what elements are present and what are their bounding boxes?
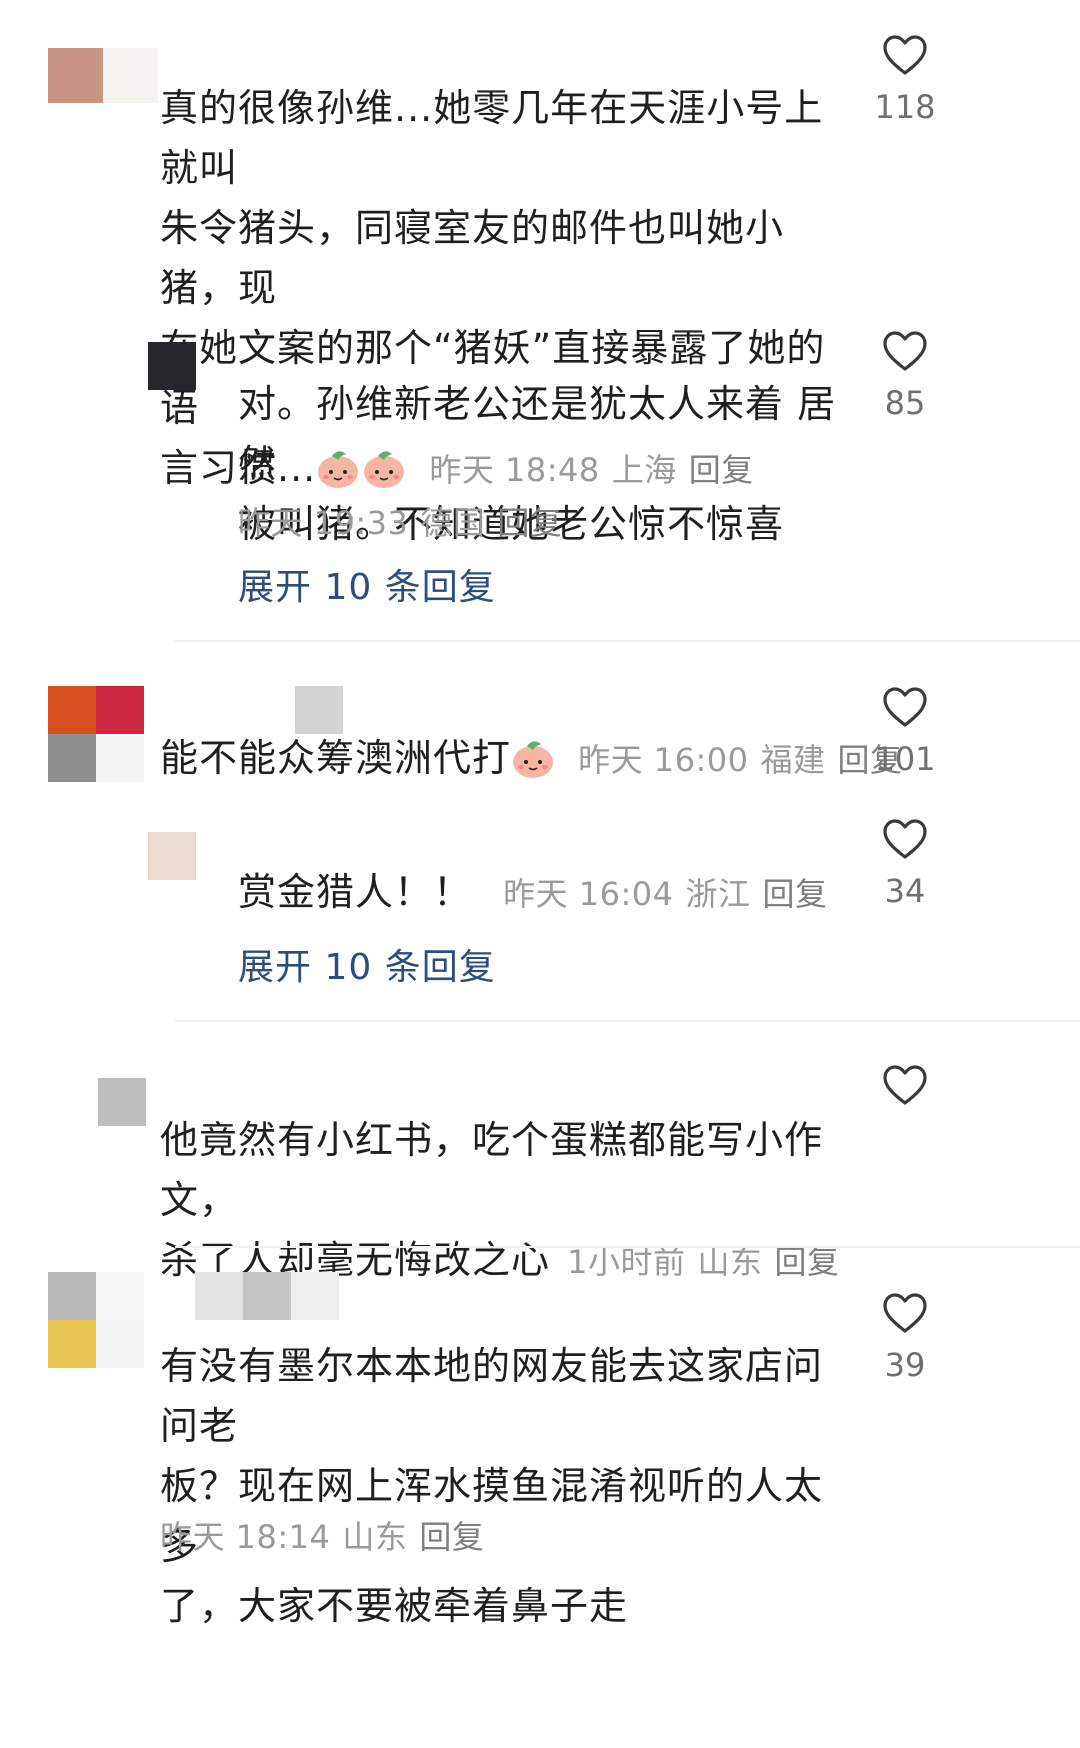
nickname[interactable] bbox=[195, 1272, 339, 1320]
like-button[interactable]: 34 bbox=[860, 818, 950, 910]
heart-outline-icon bbox=[883, 331, 927, 371]
comment-location: 福建 bbox=[760, 741, 826, 779]
comment-meta: 昨天 16:00 福建 回复 bbox=[578, 741, 902, 779]
like-button[interactable]: 85 bbox=[860, 330, 950, 422]
comment-location: 德国 bbox=[420, 504, 486, 542]
avatar[interactable] bbox=[48, 1272, 144, 1368]
comment-text: 他竟然有小红书，吃个蛋糕都能写小作文， 杀了人却毫无悔改之心 1小时前 山东 回复 bbox=[160, 1110, 860, 1292]
comment-line: 他竟然有小红书，吃个蛋糕都能写小作文， bbox=[160, 1118, 824, 1222]
comment-time: 昨天 16:00 bbox=[578, 741, 749, 779]
like-count: 85 bbox=[884, 384, 926, 422]
heart-outline-icon bbox=[883, 1293, 927, 1333]
divider bbox=[175, 1020, 1080, 1022]
like-button[interactable]: 118 bbox=[860, 34, 950, 126]
comment-line: 朱令猪头，同寝室友的邮件也叫她小猪，现 bbox=[160, 206, 785, 310]
comment-text: 能不能众筹澳洲代打 昨天 16:00 福建 回复 bbox=[160, 728, 903, 790]
heart-outline-icon bbox=[883, 35, 927, 75]
avatar[interactable] bbox=[48, 686, 144, 782]
comment-location: 浙江 bbox=[685, 875, 751, 913]
comment-meta: 昨天 19:33 德国 回复 bbox=[238, 498, 562, 544]
like-button[interactable]: 39 bbox=[860, 1292, 950, 1384]
comment-time: 1小时前 bbox=[567, 1243, 686, 1281]
comment-list: 真的很像孙维...她零几年在天涯小号上就叫 朱令猪头，同寝室友的邮件也叫她小猪，… bbox=[0, 0, 1080, 1748]
heart-outline-icon bbox=[883, 819, 927, 859]
like-button[interactable] bbox=[860, 1064, 950, 1118]
like-count: 118 bbox=[874, 88, 936, 126]
avatar[interactable] bbox=[148, 342, 196, 390]
avatar[interactable] bbox=[98, 1078, 146, 1126]
comment-line: 能不能众筹澳洲代打 bbox=[160, 736, 512, 780]
reply-button[interactable]: 回复 bbox=[775, 1243, 840, 1281]
avatar[interactable] bbox=[148, 832, 196, 880]
avatar[interactable] bbox=[48, 48, 158, 103]
comment-line: 了，大家不要被牵着鼻子走 bbox=[160, 1584, 629, 1628]
comment-time: 昨天 16:04 bbox=[503, 875, 674, 913]
comment-text: 有没有墨尔本本地的网友能去这家店问问老 板？现在网上浑水摸鱼混淆视听的人太多 了… bbox=[160, 1336, 860, 1636]
heart-outline-icon bbox=[883, 1065, 927, 1105]
comment-line: 有没有墨尔本本地的网友能去这家店问问老 bbox=[160, 1344, 824, 1448]
like-count: 39 bbox=[884, 1346, 926, 1384]
comment-line: 赏金猎人！！ bbox=[238, 870, 473, 914]
like-button[interactable]: 101 bbox=[860, 686, 950, 778]
comment-meta: 昨天 18:14 山东 回复 bbox=[160, 1512, 484, 1558]
comment-time: 昨天 19:33 bbox=[238, 504, 409, 542]
divider bbox=[175, 640, 1080, 642]
comment-meta: 昨天 16:04 浙江 回复 bbox=[503, 875, 827, 913]
like-count: 101 bbox=[874, 740, 936, 778]
reply-button[interactable]: 回复 bbox=[497, 504, 562, 542]
comment-line: 真的很像孙维...她零几年在天涯小号上就叫 bbox=[160, 86, 824, 190]
reply-button[interactable]: 回复 bbox=[763, 875, 828, 913]
heart-outline-icon bbox=[883, 687, 927, 727]
comment-meta: 1小时前 山东 回复 bbox=[567, 1243, 839, 1281]
comment-location: 山东 bbox=[342, 1518, 408, 1556]
like-count: 34 bbox=[884, 872, 926, 910]
comment-time: 昨天 18:14 bbox=[160, 1518, 331, 1556]
reply-button[interactable]: 回复 bbox=[419, 1518, 484, 1556]
peach-face-emoji-icon bbox=[513, 741, 554, 778]
comment-text: 赏金猎人！！ 昨天 16:04 浙江 回复 bbox=[238, 862, 828, 924]
comment-location: 山东 bbox=[697, 1243, 763, 1281]
divider bbox=[175, 1246, 1080, 1248]
comment-line: 对。孙维新老公还是犹太人来着 居然 bbox=[238, 382, 837, 486]
expand-replies-button[interactable]: 展开 10 条回复 bbox=[238, 938, 496, 990]
expand-replies-button[interactable]: 展开 10 条回复 bbox=[238, 558, 496, 610]
nickname[interactable] bbox=[295, 686, 343, 734]
